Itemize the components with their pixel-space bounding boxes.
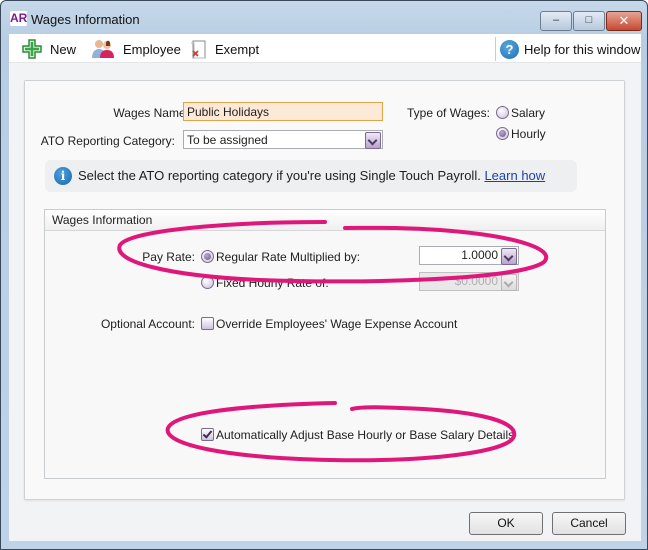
salary-radio[interactable] <box>496 106 509 119</box>
regular-rate-radio[interactable] <box>201 250 214 263</box>
ok-button[interactable]: OK <box>469 512 543 535</box>
employee-icon <box>92 40 114 58</box>
chevron-down-icon <box>501 274 517 291</box>
wages-information-group: Wages Information Pay Rate: Regular Rate… <box>44 209 606 479</box>
toolbar-separator <box>495 37 496 61</box>
wages-information-window: AR Wages Information – □ ✕ New Employee … <box>0 0 648 550</box>
ato-category-label: ATO Reporting Category: <box>40 134 175 148</box>
exempt-label: Exempt <box>215 41 260 57</box>
minimize-button[interactable]: – <box>540 11 572 31</box>
employee-button[interactable]: Employee <box>91 39 181 59</box>
help-label: Help for this window <box>524 41 641 57</box>
close-button[interactable]: ✕ <box>606 11 642 31</box>
exempt-button[interactable]: Exempt <box>189 39 259 59</box>
info-banner: i Select the ATO reporting category if y… <box>45 160 577 192</box>
fixed-rate-label: Fixed Hourly Rate of: <box>216 276 329 290</box>
toolbar: New Employee Exempt ? Help for this wind… <box>9 34 641 63</box>
maximize-button[interactable]: □ <box>573 11 605 31</box>
close-icon: ✕ <box>618 13 630 28</box>
window-title: Wages Information <box>31 12 140 27</box>
title-bar: AR Wages Information – □ ✕ <box>1 1 647 35</box>
employee-label: Employee <box>123 41 181 57</box>
ato-category-select[interactable]: To be assigned <box>183 130 383 149</box>
info-text: Select the ATO reporting category if you… <box>78 168 481 183</box>
new-button[interactable]: New <box>22 39 76 59</box>
help-button[interactable]: ? Help for this window <box>500 39 640 59</box>
chevron-down-icon[interactable] <box>501 248 517 265</box>
fixed-rate-value: $0.0000 <box>454 274 498 288</box>
exempt-document-icon <box>191 40 206 59</box>
type-of-wages-label: Type of Wages: <box>407 106 490 120</box>
wages-name-label: Wages Name: <box>113 106 189 120</box>
learn-how-link[interactable]: Learn how <box>484 168 545 183</box>
hourly-radio[interactable] <box>496 127 509 140</box>
optional-account-label: Optional Account: <box>100 317 195 331</box>
auto-adjust-checkbox[interactable] <box>201 428 214 441</box>
pay-rate-label: Pay Rate: <box>142 250 195 264</box>
fixed-rate-radio[interactable] <box>201 276 214 289</box>
hourly-label: Hourly <box>511 127 546 141</box>
app-logo-icon: AR <box>10 11 28 26</box>
auto-adjust-label: Automatically Adjust Base Hourly or Base… <box>216 428 515 442</box>
regular-rate-input[interactable]: 1.0000 <box>419 246 519 265</box>
ato-category-value: To be assigned <box>187 133 268 147</box>
minimize-icon: – <box>552 14 560 26</box>
info-icon: i <box>54 167 72 185</box>
regular-rate-value: 1.0000 <box>461 248 498 262</box>
maximize-icon: □ <box>585 14 593 26</box>
chevron-down-icon[interactable] <box>365 132 381 149</box>
regular-rate-label: Regular Rate Multiplied by: <box>216 250 361 264</box>
help-icon: ? <box>500 39 519 59</box>
override-account-label: Override Employees' Wage Expense Account <box>216 317 458 331</box>
override-account-checkbox[interactable] <box>201 317 214 330</box>
new-label: New <box>50 41 77 57</box>
plus-icon <box>22 39 42 59</box>
window-client-area: New Employee Exempt ? Help for this wind… <box>9 34 641 541</box>
fixed-rate-input: $0.0000 <box>419 272 519 291</box>
main-panel: Wages Name: Public Holidays ATO Reportin… <box>24 80 625 500</box>
cancel-button[interactable]: Cancel <box>552 512 626 535</box>
salary-label: Salary <box>511 106 546 120</box>
group-title: Wages Information <box>52 213 153 227</box>
wages-name-input[interactable]: Public Holidays <box>183 102 383 121</box>
